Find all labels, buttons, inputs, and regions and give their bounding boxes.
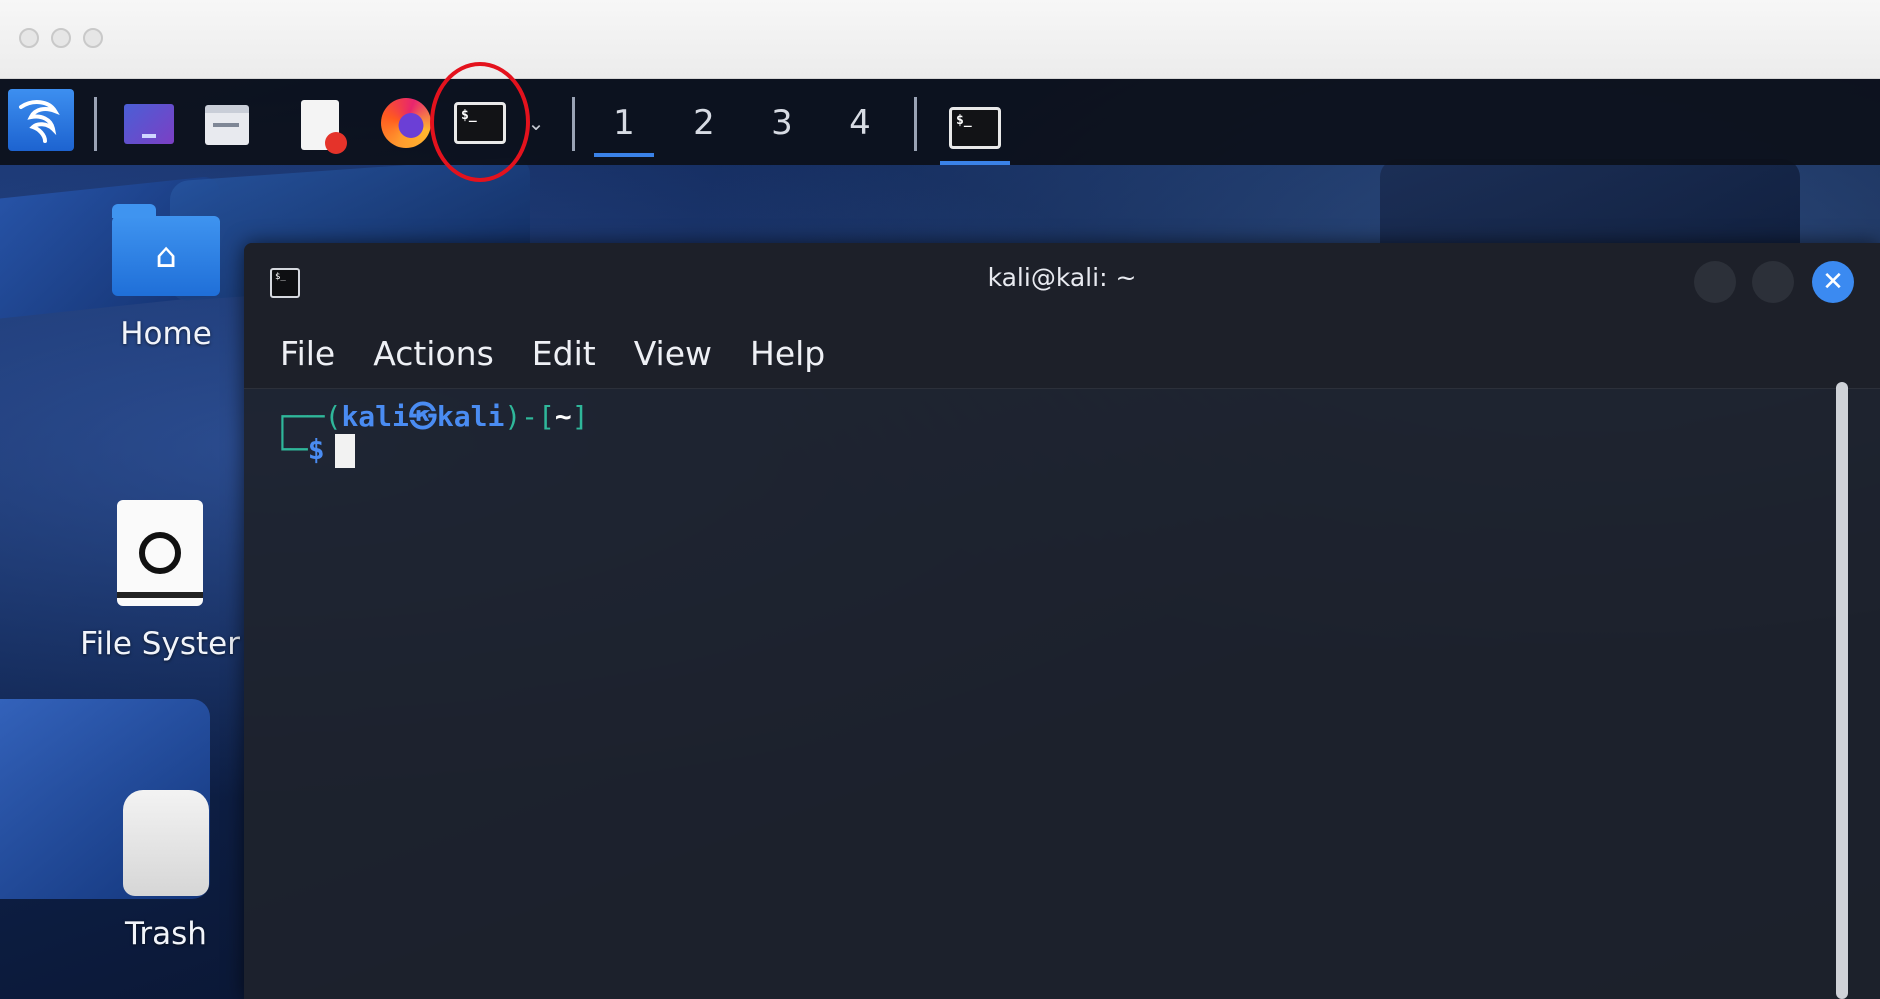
menubar: File Actions Edit View Help bbox=[244, 319, 1880, 389]
menu-help[interactable]: Help bbox=[750, 334, 825, 373]
workspace-1-button[interactable]: 1 bbox=[594, 93, 654, 157]
prompt-user-host: kali㉿kali bbox=[341, 400, 505, 433]
document-icon bbox=[301, 100, 347, 154]
taskbar-separator bbox=[94, 97, 97, 151]
home-folder-icon: ⌂ bbox=[112, 204, 220, 296]
folder-icon bbox=[205, 105, 249, 145]
terminal-icon: $_ bbox=[949, 107, 1001, 149]
terminal-content[interactable]: ┌──(kali㉿kali)-[~] └─$ bbox=[244, 389, 1880, 999]
desktop-icon-label: Trash bbox=[125, 916, 207, 952]
file-manager-button[interactable] bbox=[204, 103, 250, 147]
chevron-down-icon[interactable]: ⌄ bbox=[522, 109, 550, 137]
taskbar-separator bbox=[914, 97, 917, 151]
prompt-line-2: └─$ bbox=[274, 433, 355, 468]
minimize-button[interactable] bbox=[1694, 261, 1736, 303]
prompt-symbol: $ bbox=[307, 433, 325, 466]
prompt-path: ~ bbox=[554, 400, 572, 433]
desktop-icon-label: File Syster bbox=[80, 626, 240, 662]
minimize-window-button[interactable] bbox=[51, 28, 71, 48]
firefox-icon bbox=[381, 98, 431, 148]
taskbar-separator bbox=[572, 97, 575, 151]
text-cursor bbox=[334, 434, 355, 468]
desktop-icon-file-system[interactable]: File Syster bbox=[60, 500, 260, 662]
trash-icon bbox=[123, 790, 209, 896]
drive-icon bbox=[117, 500, 203, 606]
close-icon: ✕ bbox=[1822, 267, 1844, 297]
taskbar: $_ ⌄ 1 2 3 4 $_ bbox=[0, 79, 1880, 165]
prompt-corner-bottom: └─ bbox=[274, 433, 308, 466]
prompt-open-paren: ( bbox=[324, 400, 342, 433]
close-button[interactable]: ✕ bbox=[1812, 261, 1854, 303]
workspace-4-button[interactable]: 4 bbox=[830, 93, 890, 153]
zoom-window-button[interactable] bbox=[83, 28, 103, 48]
close-window-button[interactable] bbox=[19, 28, 39, 48]
prompt-close-bracket: ] bbox=[571, 400, 589, 433]
text-editor-button[interactable] bbox=[296, 97, 347, 154]
menu-view[interactable]: View bbox=[634, 334, 712, 373]
terminal-launcher-button[interactable]: $_ bbox=[452, 99, 508, 147]
window-title: kali@kali: ~ bbox=[987, 263, 1137, 292]
prompt-line-1: ┌──(kali㉿kali)-[~] bbox=[274, 395, 589, 435]
terminal-titlebar[interactable]: $_ kali@kali: ~ ✕ bbox=[244, 243, 1880, 319]
desktop-icon-trash[interactable]: Trash bbox=[96, 790, 236, 952]
kali-dragon-icon[interactable] bbox=[8, 89, 74, 151]
firefox-button[interactable] bbox=[378, 95, 434, 151]
desktop-icon-home[interactable]: ⌂ Home bbox=[86, 204, 246, 352]
prompt-corner-top: ┌── bbox=[274, 400, 325, 433]
prompt-close-paren: )-[ bbox=[504, 400, 555, 433]
maximize-button[interactable] bbox=[1752, 261, 1794, 303]
terminal-window[interactable]: $_ kali@kali: ~ ✕ File Actions Edit View… bbox=[244, 243, 1880, 999]
menu-edit[interactable]: Edit bbox=[532, 334, 596, 373]
show-desktop-button[interactable] bbox=[122, 101, 176, 147]
terminal-icon: $_ bbox=[454, 102, 506, 144]
host-window-titlebar bbox=[0, 0, 1880, 79]
workspace-3-button[interactable]: 3 bbox=[752, 93, 812, 153]
workspace-2-button[interactable]: 2 bbox=[674, 93, 734, 153]
desktop-icon-label: Home bbox=[120, 316, 212, 352]
desktop-icon bbox=[124, 104, 174, 144]
scrollbar[interactable] bbox=[1836, 382, 1848, 999]
terminal-task-button[interactable]: $_ bbox=[940, 95, 1010, 165]
menu-actions[interactable]: Actions bbox=[373, 334, 494, 373]
menu-file[interactable]: File bbox=[280, 334, 335, 373]
